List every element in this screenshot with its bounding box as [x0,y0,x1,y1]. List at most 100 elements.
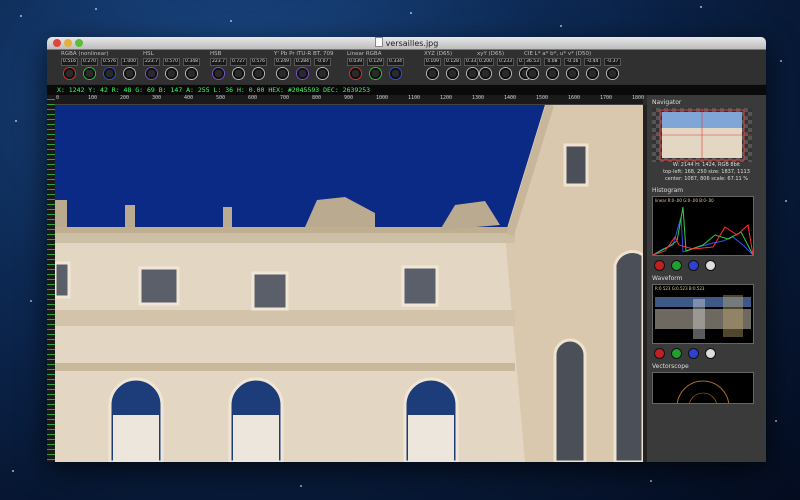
dial-knob-icon[interactable] [83,67,96,80]
waveform-luma-toggle[interactable] [705,348,716,359]
channel-value-field[interactable]: 0.233 [497,58,514,66]
star [30,300,32,302]
channel-value-field[interactable]: 0.128 [444,58,461,66]
channel-value-field[interactable]: 0.348 [183,58,200,66]
vectorscope-title: Vectorscope [652,363,689,370]
ruler-tick-label: 1300 [472,95,485,101]
dial-knob-icon[interactable] [212,67,225,80]
color-group-label: XYZ (D65) [424,51,453,57]
navigator-preview [652,108,752,162]
dial-knob-icon[interactable] [526,67,539,80]
color-group-label: Linear RGBA [347,51,382,57]
channel-value-field[interactable]: -0.44 [584,58,601,66]
channel-control: 0.348 [183,58,200,80]
channel-value-field[interactable]: 0.576 [250,58,267,66]
versailles-photo [55,105,643,462]
channel-value-field[interactable]: 0.039 [347,58,364,66]
waveform-green-toggle[interactable] [671,348,682,359]
channel-value-field[interactable]: 0.08 [544,58,561,66]
dial-knob-icon[interactable] [586,67,599,80]
channel-value-field[interactable]: -0.07 [314,58,331,66]
channel-value-field[interactable]: 1.000 [121,58,138,66]
dial-knob-icon[interactable] [316,67,329,80]
channel-value-field[interactable]: 0.284 [294,58,311,66]
channel-value-field[interactable]: 0.334 [387,58,404,66]
navigator-thumbnail[interactable] [652,108,752,162]
waveform-blue-toggle[interactable] [688,348,699,359]
channel-value-field[interactable]: 0.727 [230,58,247,66]
vectorscope-plot [652,372,754,434]
star [95,8,97,10]
dial-knob-icon[interactable] [389,67,402,80]
channel-control: 0.576 [101,58,118,80]
channel-value-field[interactable]: 0.249 [274,58,291,66]
histogram-plot: linear R:0-.00 G:0-.00 B:0-.00 [652,196,754,256]
dial-knob-icon[interactable] [499,67,512,80]
dial-knob-icon[interactable] [349,67,362,80]
channel-control: 0.516 [61,58,78,80]
channel-value-field[interactable]: 0.129 [367,58,384,66]
channel-value-field[interactable]: 0.270 [81,58,98,66]
green-channel-toggle[interactable] [671,260,682,271]
color-group: Linear RGBA 0.039 0.129 0.334 [347,50,404,84]
channel-value-field[interactable]: 0.109 [424,58,441,66]
ruler-tick-label: 1600 [568,95,581,101]
channel-control: 0.109 [424,58,441,80]
channel-control: 0.334 [387,58,404,80]
channel-value-field[interactable]: 36.53 [524,58,541,66]
star [410,12,412,14]
channel-value-field[interactable]: 0.200 [477,58,494,66]
channel-control: -0.16 [564,58,581,80]
dial-knob-icon[interactable] [145,67,158,80]
color-group: XYZ (D65) 0.109 0.128 0.333 [424,50,481,84]
ruler-tick-label: 1100 [408,95,421,101]
waveform-red-toggle[interactable] [654,348,665,359]
color-group: CIE L* a* b*, u* v* (D50) 36.53 0.08 -0.16-… [524,50,621,84]
channel-control: 0.270 [81,58,98,80]
window-title: versailles.jpg [47,37,766,50]
channel-control: 0.129 [367,58,384,80]
navigator-position-info: top-left: 168, 250 size: 1837, 1113 [663,169,750,175]
channel-value-field[interactable]: -0.16 [564,58,581,66]
luma-channel-toggle[interactable] [705,260,716,271]
dial-knob-icon[interactable] [546,67,559,80]
dial-knob-icon[interactable] [296,67,309,80]
dial-knob-icon[interactable] [276,67,289,80]
channel-value-field[interactable]: 0.570 [163,58,180,66]
image-canvas[interactable] [55,105,643,462]
dial-knob-icon[interactable] [446,67,459,80]
dial-knob-icon[interactable] [252,67,265,80]
color-group-label: HSB [210,51,222,57]
dial-knob-icon[interactable] [165,67,178,80]
channel-value-field[interactable]: 223.7 [143,58,160,66]
dial-knob-icon[interactable] [185,67,198,80]
dial-knob-icon[interactable] [566,67,579,80]
star [12,470,14,472]
horizontal-ruler: 0 100 200 300 400 500 600 700 800 900 1000 1100 1200… [55,95,676,105]
waveform-channel-toggles [654,348,766,359]
red-channel-toggle[interactable] [654,260,665,271]
star [300,485,302,487]
dial-knob-icon[interactable] [369,67,382,80]
waveform-graph [655,295,751,339]
channel-control: -0.07 [314,58,331,80]
channel-control: 223.7 [143,58,160,80]
dial-knob-icon[interactable] [123,67,136,80]
ruler-tick-label: 0 [56,95,60,101]
channel-value-field[interactable]: -0.37 [604,58,621,66]
channel-value-field[interactable]: 0.516 [61,58,78,66]
dial-knob-icon[interactable] [63,67,76,80]
dial-knob-icon[interactable] [232,67,245,80]
pixel-info-bar: X: 1242 Y: 42 R: 48 G: 69 B: 147 A: 255 … [47,85,766,95]
dial-knob-icon[interactable] [479,67,492,80]
title-bar[interactable]: versailles.jpg [47,37,766,50]
channel-value-field[interactable]: 223.7 [210,58,227,66]
dial-knob-icon[interactable] [426,67,439,80]
channel-control: -0.44 [584,58,601,80]
dial-knob-icon[interactable] [103,67,116,80]
channel-value-field[interactable]: 0.576 [101,58,118,66]
channel-control: 0.233 [497,58,514,80]
channel-control: 0.200 [477,58,494,80]
dial-knob-icon[interactable] [606,67,619,80]
blue-channel-toggle[interactable] [688,260,699,271]
